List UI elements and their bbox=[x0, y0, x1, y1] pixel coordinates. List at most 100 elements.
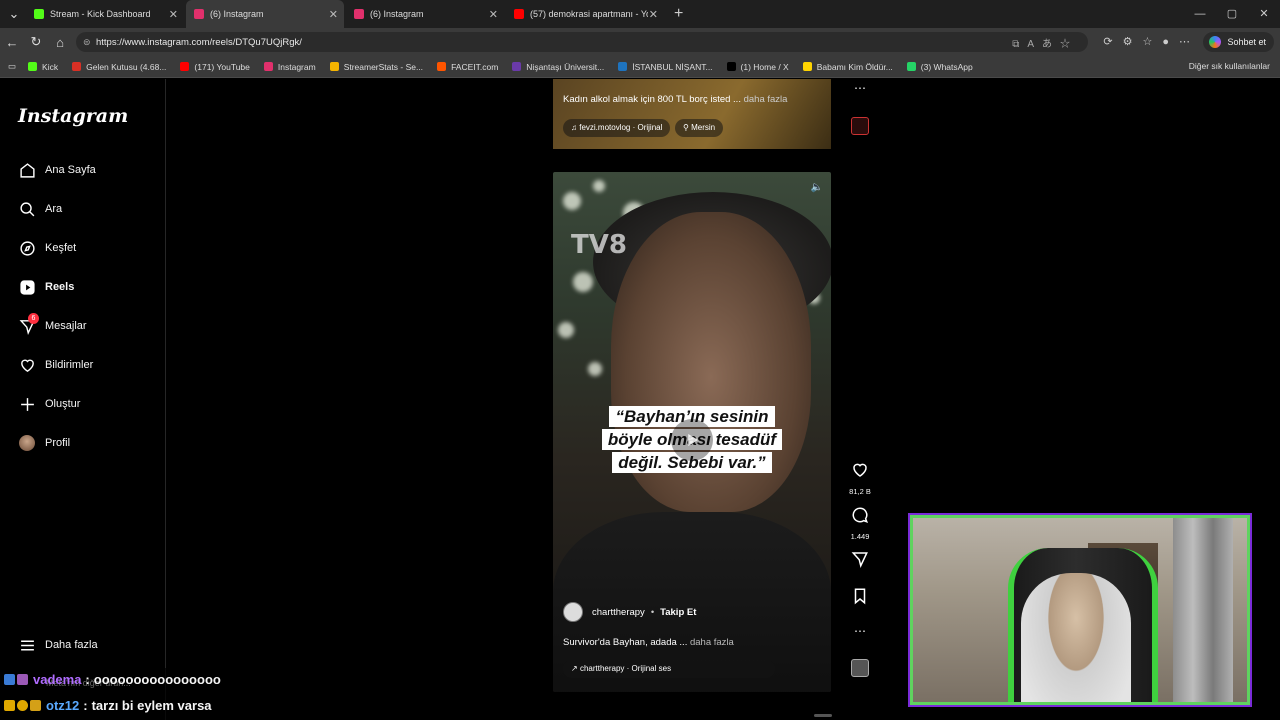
audio-chip[interactable]: ♫ fevzi.motovlog · Orijinal bbox=[563, 119, 671, 137]
sidebar-item-messages[interactable]: 6 Mesajlar bbox=[18, 313, 87, 336]
bookmark-favicon-icon bbox=[726, 62, 736, 71]
bookmark-item[interactable]: StreamerStats - Se... bbox=[329, 61, 424, 72]
bookmarks-menu-icon[interactable]: ▭ bbox=[8, 61, 16, 72]
tab-kick-dashboard[interactable]: Stream - Kick Dashboard ✕ bbox=[26, 0, 184, 28]
other-bookmarks[interactable]: Diğer sık kullanılanlar bbox=[1189, 61, 1270, 71]
sidebar-item-more[interactable]: Daha fazla bbox=[18, 635, 98, 655]
address-bar-actions-icon[interactable]: ⧉Aあ☆ bbox=[1012, 35, 1078, 50]
sidebar-item-label: Oluştur bbox=[45, 398, 81, 410]
previous-reel[interactable]: Kadın alkol almak için 800 TL borç isted… bbox=[553, 79, 831, 149]
audio-label: charttherapy · Orijinal ses bbox=[579, 664, 672, 673]
sidebar-item-label: Ana Sayfa bbox=[45, 164, 96, 176]
browser-toolbar-icons[interactable]: ⟳⚙☆●⋯ bbox=[1103, 35, 1200, 48]
site-info-icon[interactable]: ⊜ bbox=[83, 37, 91, 48]
bookmark-label: (1) Home / X bbox=[740, 61, 789, 72]
badge-icon bbox=[4, 700, 15, 711]
close-tab-icon[interactable]: ✕ bbox=[648, 7, 658, 21]
reel-video[interactable]: TV8 🔈 “Bayhan’ın sesinin böyle olması te… bbox=[553, 172, 831, 692]
bookmark-item[interactable]: Babamı Kim Öldür... bbox=[802, 62, 893, 72]
bookmark-item[interactable]: Kick bbox=[28, 62, 58, 72]
tab-list-button[interactable]: ⌄ bbox=[2, 6, 26, 22]
bookmark-favicon-icon bbox=[437, 62, 447, 71]
bokeh-light bbox=[588, 362, 602, 376]
like-button[interactable]: 81,2 B bbox=[849, 461, 871, 496]
webcam-streamer bbox=[1021, 573, 1131, 702]
sidebar-item-label: Daha fazla bbox=[45, 639, 98, 651]
follow-button[interactable]: Takip Et bbox=[660, 607, 696, 618]
caption-text: Kadın alkol almak için 800 TL borç isted… bbox=[563, 94, 741, 105]
chat-separator: : bbox=[83, 698, 88, 713]
tab-youtube[interactable]: (57) demokrasi apartmanı - YouTube ✕ bbox=[506, 0, 664, 28]
audio-thumb[interactable] bbox=[850, 659, 870, 682]
tab-instagram[interactable]: (6) Instagram ✕ bbox=[346, 0, 504, 28]
more-link[interactable]: daha fazla bbox=[744, 94, 788, 105]
address-toolbar: ← ↻ ⌂ ⊜ https://www.instagram.com/reels/… bbox=[0, 28, 1280, 56]
instagram-favicon-icon bbox=[354, 9, 364, 19]
sidebar-item-profile[interactable]: Profil bbox=[18, 433, 70, 453]
instagram-logo[interactable]: Instagram bbox=[18, 105, 128, 127]
youtube-favicon-icon bbox=[514, 9, 524, 19]
sidebar-item-home[interactable]: Ana Sayfa bbox=[18, 160, 96, 180]
bookmark-label: StreamerStats - Se... bbox=[343, 61, 424, 72]
comment-button[interactable]: 1.449 bbox=[850, 506, 870, 541]
reel-more-icon[interactable]: ⋯ bbox=[850, 624, 870, 638]
copilot-chat-button[interactable]: Sohbet et bbox=[1203, 32, 1274, 52]
minimize-icon[interactable]: — bbox=[1184, 0, 1216, 28]
close-tab-icon[interactable]: ✕ bbox=[169, 8, 178, 21]
maximize-icon[interactable]: ▢ bbox=[1216, 0, 1248, 28]
kick-favicon-icon bbox=[34, 9, 44, 19]
back-icon[interactable]: ← bbox=[0, 35, 24, 50]
close-window-icon[interactable]: ✕ bbox=[1248, 0, 1280, 28]
close-tab-icon[interactable]: ✕ bbox=[489, 8, 498, 21]
sidebar-item-explore[interactable]: Keşfet bbox=[18, 238, 76, 258]
url-field[interactable]: ⊜ https://www.instagram.com/reels/DTQu7U… bbox=[76, 32, 1088, 52]
bookmark-favicon-icon bbox=[180, 62, 190, 71]
bookmark-favicon-icon bbox=[618, 62, 628, 71]
more-options-icon[interactable]: ⋯ bbox=[850, 81, 870, 95]
play-icon[interactable] bbox=[671, 419, 713, 461]
new-tab-button[interactable]: + bbox=[674, 5, 683, 23]
sidebar-item-label: Reels bbox=[45, 281, 75, 293]
bookmark-label: (171) YouTube bbox=[194, 61, 250, 72]
more-link[interactable]: daha fazla bbox=[690, 637, 734, 648]
bookmark-item[interactable]: Instagram bbox=[263, 62, 316, 72]
scrollbar-thumb[interactable] bbox=[814, 714, 832, 717]
home-icon[interactable]: ⌂ bbox=[48, 35, 72, 50]
mute-icon[interactable]: 🔈 bbox=[811, 182, 823, 193]
bookmark-item[interactable]: FACEIT.com bbox=[437, 62, 498, 72]
sidebar-item-reels[interactable]: Reels bbox=[18, 277, 74, 297]
bookmark-item[interactable]: İSTANBUL NİŞANT... bbox=[618, 62, 713, 72]
bookmark-item[interactable]: Nişantaşı Üniversit... bbox=[512, 62, 604, 72]
bokeh-light bbox=[593, 180, 605, 192]
reload-icon[interactable]: ↻ bbox=[24, 34, 48, 50]
bookmark-item[interactable]: (171) YouTube bbox=[180, 61, 250, 72]
prev-audio-thumb[interactable] bbox=[850, 117, 870, 140]
sidebar-item-notifications[interactable]: Bildirimler bbox=[18, 355, 93, 375]
author-avatar[interactable] bbox=[563, 602, 583, 622]
badge-icon bbox=[4, 674, 15, 685]
sidebar-item-create[interactable]: Oluştur bbox=[18, 394, 80, 414]
reel-author: charttherapy • Takip Et bbox=[563, 602, 696, 622]
music-icon: ♫ bbox=[571, 123, 577, 132]
bokeh-light bbox=[563, 192, 581, 210]
audio-chip[interactable]: ↗ charttherapy · Orijinal ses bbox=[563, 660, 775, 678]
save-button[interactable] bbox=[850, 587, 870, 610]
plus-icon bbox=[18, 395, 36, 413]
sidebar-item-search[interactable]: Ara bbox=[18, 199, 62, 219]
url-text: https://www.instagram.com/reels/DTQu7UQj… bbox=[96, 36, 302, 48]
chat-message: otz12 : tarzı bi eylem varsa bbox=[4, 698, 212, 713]
location-chip[interactable]: ⚲ Mersin bbox=[675, 119, 724, 137]
messenger-icon: 6 bbox=[18, 313, 39, 335]
bookmark-item[interactable]: Gelen Kutusu (4.68... bbox=[72, 62, 166, 72]
author-username[interactable]: charttherapy bbox=[592, 607, 645, 618]
tab-instagram-active[interactable]: (6) Instagram ✕ bbox=[186, 0, 344, 28]
bookmark-item[interactable]: (1) Home / X bbox=[726, 61, 789, 72]
unread-badge: 6 bbox=[28, 313, 39, 324]
like-count: 81,2 B bbox=[849, 487, 871, 496]
close-tab-icon[interactable]: ✕ bbox=[329, 8, 338, 21]
heart-icon bbox=[853, 463, 867, 477]
sidebar-item-label: Mesajlar bbox=[45, 320, 87, 332]
share-button[interactable] bbox=[850, 550, 870, 573]
search-icon bbox=[18, 200, 36, 218]
bookmark-item[interactable]: (3) WhatsApp bbox=[906, 62, 973, 72]
